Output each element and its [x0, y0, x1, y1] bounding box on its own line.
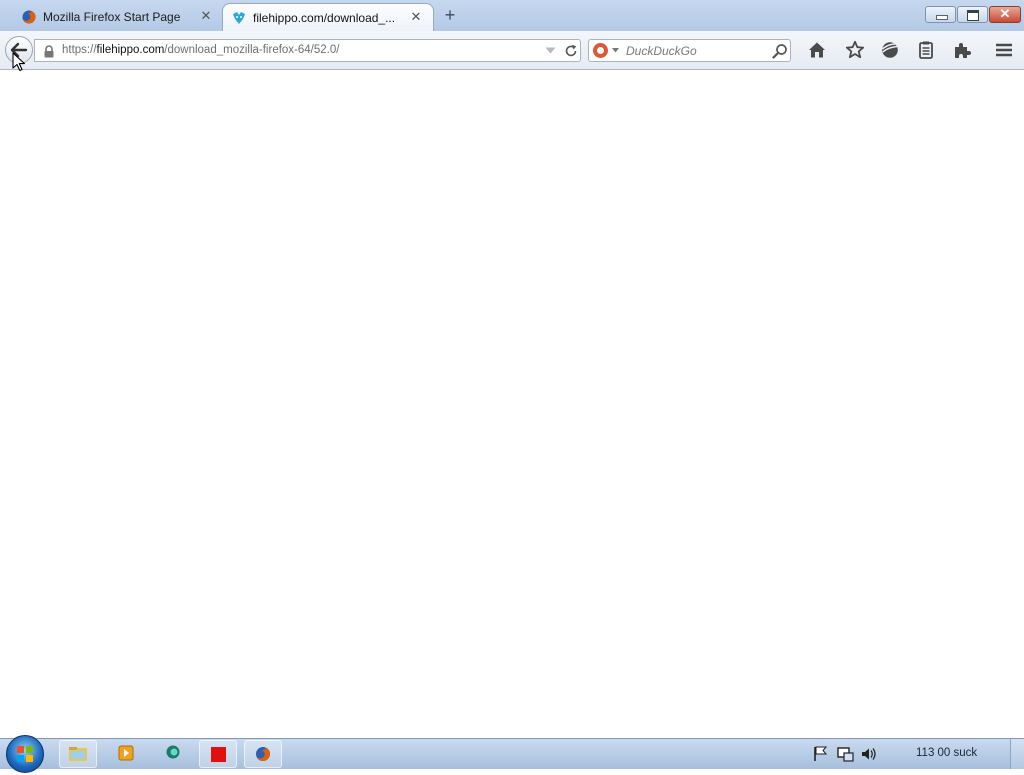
duckduckgo-icon[interactable] — [593, 43, 608, 58]
bookmark-star-icon[interactable] — [845, 40, 865, 60]
red-app-icon — [211, 747, 226, 762]
tab-label: filehippo.com/download_... — [253, 11, 396, 25]
mouse-cursor-icon — [12, 52, 26, 72]
action-center-flag-icon[interactable] — [814, 746, 828, 761]
windows-logo-icon — [17, 746, 33, 762]
tab-firefox-start-page[interactable]: Mozilla Firefox Start Page ✕ — [12, 3, 222, 31]
reload-icon[interactable] — [564, 44, 578, 58]
url-history-dropdown-icon[interactable] — [545, 47, 556, 54]
app-icon — [166, 745, 180, 759]
chevron-down-icon[interactable] — [612, 48, 619, 53]
home-icon[interactable] — [807, 40, 827, 60]
filehippo-icon — [233, 12, 245, 24]
new-tab-button[interactable]: + — [441, 6, 459, 24]
pocket-list-icon[interactable] — [916, 40, 936, 60]
taskbar: 113 00 suck — [0, 735, 1024, 773]
url-text[interactable]: https://filehippo.com/download_mozilla-f… — [62, 44, 339, 56]
restore-button[interactable] — [957, 6, 988, 23]
search-icon[interactable] — [772, 43, 788, 59]
taskbar-media-player-button[interactable] — [108, 740, 146, 768]
navigation-toolbar: https://filehippo.com/download_mozilla-f… — [0, 31, 1024, 70]
url-bar[interactable]: https://filehippo.com/download_mozilla-f… — [34, 39, 581, 62]
tab-label: Mozilla Firefox Start Page — [43, 10, 181, 24]
firefox-icon — [22, 10, 36, 24]
taskbar-explorer-button[interactable] — [59, 740, 97, 768]
addons-puzzle-icon[interactable] — [952, 40, 972, 60]
close-tab-icon[interactable]: ✕ — [409, 9, 423, 25]
minimize-button[interactable] — [925, 6, 956, 23]
firefox-icon — [256, 747, 270, 761]
taskbar-app-button[interactable] — [154, 740, 192, 768]
tab-strip: Mozilla Firefox Start Page ✕ filehippo.c… — [0, 0, 1024, 31]
media-player-icon — [118, 745, 134, 761]
page-content-area[interactable] — [0, 70, 1024, 738]
url-prefix: https:// — [62, 44, 97, 56]
start-button[interactable] — [6, 735, 44, 773]
hamburger-menu-icon[interactable] — [994, 40, 1014, 60]
close-tab-icon[interactable]: ✕ — [199, 8, 213, 24]
network-icon[interactable] — [837, 747, 854, 762]
tab-filehippo[interactable]: filehippo.com/download_... ✕ — [222, 3, 434, 31]
sync-icon[interactable] — [880, 40, 900, 60]
close-icon: ✕ — [999, 6, 1011, 21]
url-host: filehippo.com — [96, 44, 165, 56]
volume-icon[interactable] — [862, 748, 876, 760]
window-close-button[interactable]: ✕ — [989, 6, 1021, 23]
taskbar-red-app-button[interactable] — [199, 740, 237, 768]
system-tray — [814, 746, 876, 762]
show-desktop-button[interactable] — [1010, 739, 1024, 769]
url-path: /download_mozilla-firefox-64/52.0/ — [164, 44, 340, 56]
search-bar[interactable]: DuckDuckGo — [588, 39, 791, 62]
taskbar-firefox-button[interactable] — [244, 740, 282, 768]
search-placeholder: DuckDuckGo — [626, 44, 697, 58]
taskbar-clock[interactable]: 113 00 suck — [916, 747, 977, 759]
explorer-icon — [69, 747, 87, 761]
lock-icon — [44, 45, 54, 58]
